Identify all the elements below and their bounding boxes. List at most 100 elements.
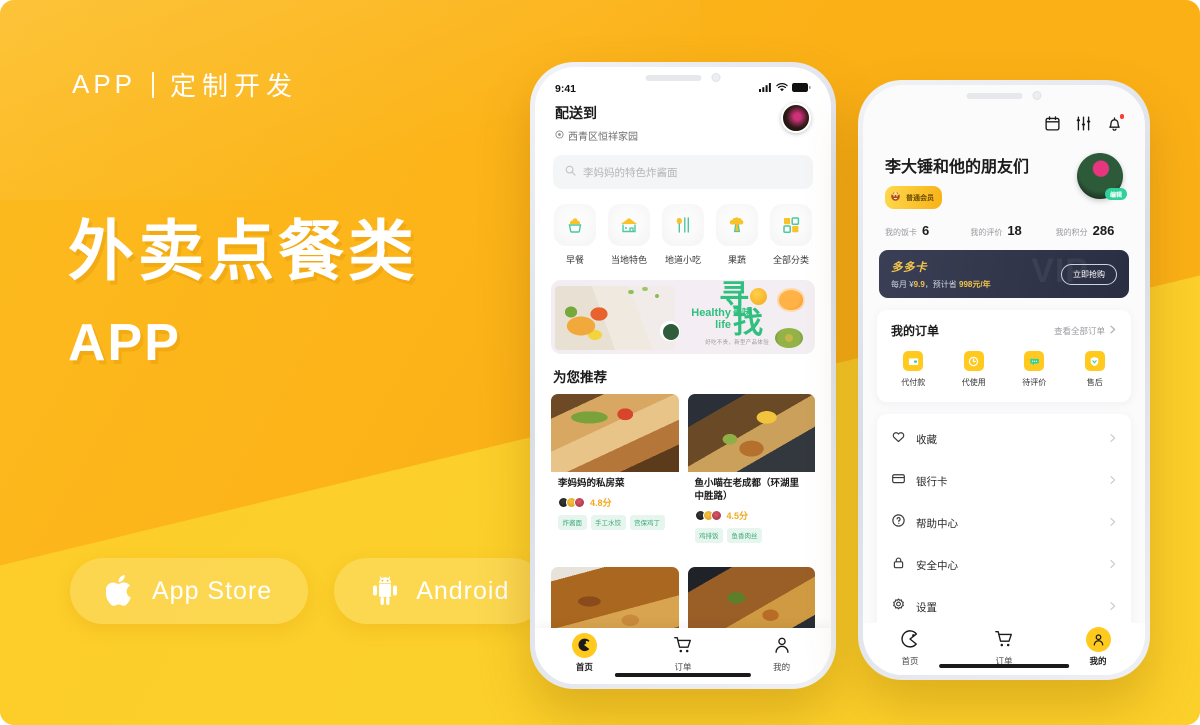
tab-orders[interactable]: 订单 bbox=[634, 633, 733, 673]
lock-icon bbox=[891, 555, 906, 575]
dish-tag: 鸡排饭 bbox=[694, 527, 723, 543]
menu-item-help[interactable]: 帮助中心 bbox=[877, 502, 1131, 544]
cupcake-icon bbox=[554, 204, 596, 246]
tab-profile[interactable]: 我的 bbox=[1051, 626, 1145, 667]
chevron-right-icon bbox=[1109, 325, 1117, 336]
promo-banner[interactable]: 寻 找 Healthy life 美味 好吃不贵，新型产品体验 bbox=[551, 280, 815, 354]
ricebowl-photo bbox=[687, 394, 815, 472]
banner-tagline: 好吃不贵，新型产品体验 bbox=[705, 340, 769, 346]
order-status-label: 待评价 bbox=[1022, 378, 1047, 387]
view-all-orders-link[interactable]: 查看全部订单 bbox=[1054, 325, 1117, 337]
profile-stats-row: 我的饭卡 6 我的评价 18 我的积分 286 bbox=[863, 209, 1145, 238]
app-store-button[interactable]: App Store bbox=[70, 558, 309, 624]
sliders-icon[interactable] bbox=[1075, 115, 1092, 137]
bell-icon[interactable] bbox=[1106, 114, 1124, 137]
stat-points[interactable]: 我的积分 286 bbox=[1056, 223, 1123, 238]
delivery-address: 西青区恒祥家园 bbox=[568, 132, 638, 143]
kicker-cn: 定制开发 bbox=[170, 71, 299, 101]
pacman-icon bbox=[900, 627, 920, 651]
location-pin-icon bbox=[555, 129, 564, 142]
vip-save-prefix: ，预计省 bbox=[924, 279, 960, 289]
menu-item-security[interactable]: 安全中心 bbox=[877, 544, 1131, 586]
status-badge-label: 普通会员 bbox=[906, 194, 934, 202]
tab-profile[interactable]: 我的 bbox=[732, 633, 831, 673]
status-badge[interactable]: 普通会员 bbox=[885, 186, 942, 209]
delivery-address-row[interactable]: 西青区恒祥家园 bbox=[555, 128, 638, 143]
rating-value: 4.8分 bbox=[590, 497, 612, 508]
avatar[interactable]: 编辑 bbox=[1077, 153, 1127, 200]
vip-buy-button[interactable]: 立即抢购 bbox=[1061, 263, 1117, 285]
stat-value: 6 bbox=[922, 223, 930, 238]
android-icon bbox=[370, 575, 400, 607]
tab-home[interactable]: 首页 bbox=[535, 632, 634, 673]
menu-item-label: 设置 bbox=[916, 601, 937, 614]
vip-card[interactable]: VIP 多多卡 每月 ¥9.9，预计省 998元/年 立即抢购 bbox=[879, 250, 1129, 298]
restaurant-card[interactable]: 李妈妈的私房菜 4.8分 炸酱面 手工水饺 宫保鸡丁 bbox=[551, 394, 679, 551]
profile-identity: 李大锤和他的朋友们 普通会员 bbox=[885, 153, 1029, 209]
phone2-screen: 李大锤和他的朋友们 普通会员 编辑 我的饭卡 6 我的评价 18 我的积分 28… bbox=[863, 85, 1145, 675]
menu-item-label: 安全中心 bbox=[916, 559, 958, 572]
speaker-icon bbox=[966, 92, 1023, 99]
orders-title: 我的订单 bbox=[891, 324, 940, 338]
comment-icon bbox=[1024, 351, 1045, 371]
category-row: 早餐 当地特色 地道小吃 果蔬 全部分类 bbox=[535, 189, 831, 266]
apple-icon bbox=[106, 574, 136, 608]
camera-icon bbox=[711, 73, 721, 82]
category-local[interactable]: 当地特色 bbox=[607, 204, 651, 266]
stat-label: 我的饭卡 bbox=[885, 228, 917, 237]
category-all[interactable]: 全部分类 bbox=[769, 204, 813, 266]
avatar[interactable] bbox=[781, 103, 811, 133]
banner-herb-decor bbox=[623, 286, 669, 310]
store-buttons: App Store Android bbox=[70, 558, 546, 624]
stat-label: 我的评价 bbox=[970, 228, 1003, 237]
status-indicators bbox=[759, 83, 811, 95]
kicker-en: APP bbox=[72, 69, 137, 99]
rating-row: 4.5分 bbox=[694, 509, 809, 522]
calendar-icon[interactable] bbox=[1044, 115, 1061, 137]
tab-label: 我的 bbox=[1089, 656, 1107, 666]
phone-mockup-home: 9:41 配送到 西青区恒祥家园 李妈妈的特色炸酱面 早餐 当地特色 地道小吃 … bbox=[530, 62, 836, 689]
order-status-review[interactable]: 待评价 bbox=[1004, 351, 1065, 388]
stat-meal-card[interactable]: 我的饭卡 6 bbox=[885, 223, 952, 238]
vip-price: 9.9 bbox=[913, 279, 925, 289]
reviewer-avatars bbox=[694, 509, 722, 521]
tab-label: 订单 bbox=[674, 662, 692, 672]
order-status-touse[interactable]: 代使用 bbox=[944, 351, 1005, 388]
delivery-info[interactable]: 配送到 西青区恒祥家园 bbox=[555, 103, 638, 143]
wallet-icon bbox=[903, 351, 924, 371]
category-label: 全部分类 bbox=[772, 255, 809, 265]
category-label: 地道小吃 bbox=[664, 255, 701, 265]
category-label: 当地特色 bbox=[610, 255, 647, 265]
vip-card-text: 多多卡 每月 ¥9.9，预计省 998元/年 bbox=[891, 259, 991, 290]
order-status-label: 售后 bbox=[1086, 378, 1103, 387]
category-produce[interactable]: 果蔬 bbox=[715, 204, 759, 266]
vip-card-title: 多多卡 bbox=[891, 261, 927, 274]
spoon-chopsticks-icon bbox=[662, 204, 704, 246]
menu-item-label: 帮助中心 bbox=[916, 517, 958, 530]
kicker-divider bbox=[152, 71, 155, 98]
gear-icon bbox=[891, 597, 906, 617]
tab-label: 首页 bbox=[901, 656, 919, 666]
question-icon bbox=[891, 513, 906, 533]
menu-item-bankcard[interactable]: 银行卡 bbox=[877, 460, 1131, 502]
menu-item-favorites[interactable]: 收藏 bbox=[877, 418, 1131, 460]
category-snacks[interactable]: 地道小吃 bbox=[661, 204, 705, 266]
home-indicator bbox=[614, 673, 752, 677]
status-time: 9:41 bbox=[555, 83, 577, 95]
stat-value: 18 bbox=[1007, 223, 1022, 238]
app-store-label: App Store bbox=[152, 576, 273, 605]
restaurant-card[interactable]: 鱼小喵在老成都（环湖里中胜路） 4.5分 鸡排饭 鱼香肉丝 bbox=[687, 394, 815, 551]
menu-item-settings[interactable]: 设置 bbox=[877, 586, 1131, 628]
category-breakfast[interactable]: 早餐 bbox=[553, 204, 597, 266]
edit-avatar-chip[interactable]: 编辑 bbox=[1104, 188, 1127, 200]
notification-dot bbox=[1119, 114, 1124, 119]
tab-orders[interactable]: 订单 bbox=[957, 627, 1051, 667]
orders-panel-header: 我的订单 查看全部订单 bbox=[877, 310, 1131, 339]
order-status-aftersale[interactable]: 售后 bbox=[1065, 351, 1126, 388]
vip-price-prefix: 每月 ¥ bbox=[891, 279, 914, 289]
search-input[interactable]: 李妈妈的特色炸酱面 bbox=[553, 155, 813, 189]
android-button[interactable]: Android bbox=[334, 558, 546, 624]
stat-reviews[interactable]: 我的评价 18 bbox=[970, 223, 1037, 238]
order-status-topay[interactable]: 代付款 bbox=[883, 351, 944, 388]
tab-home[interactable]: 首页 bbox=[863, 627, 957, 667]
